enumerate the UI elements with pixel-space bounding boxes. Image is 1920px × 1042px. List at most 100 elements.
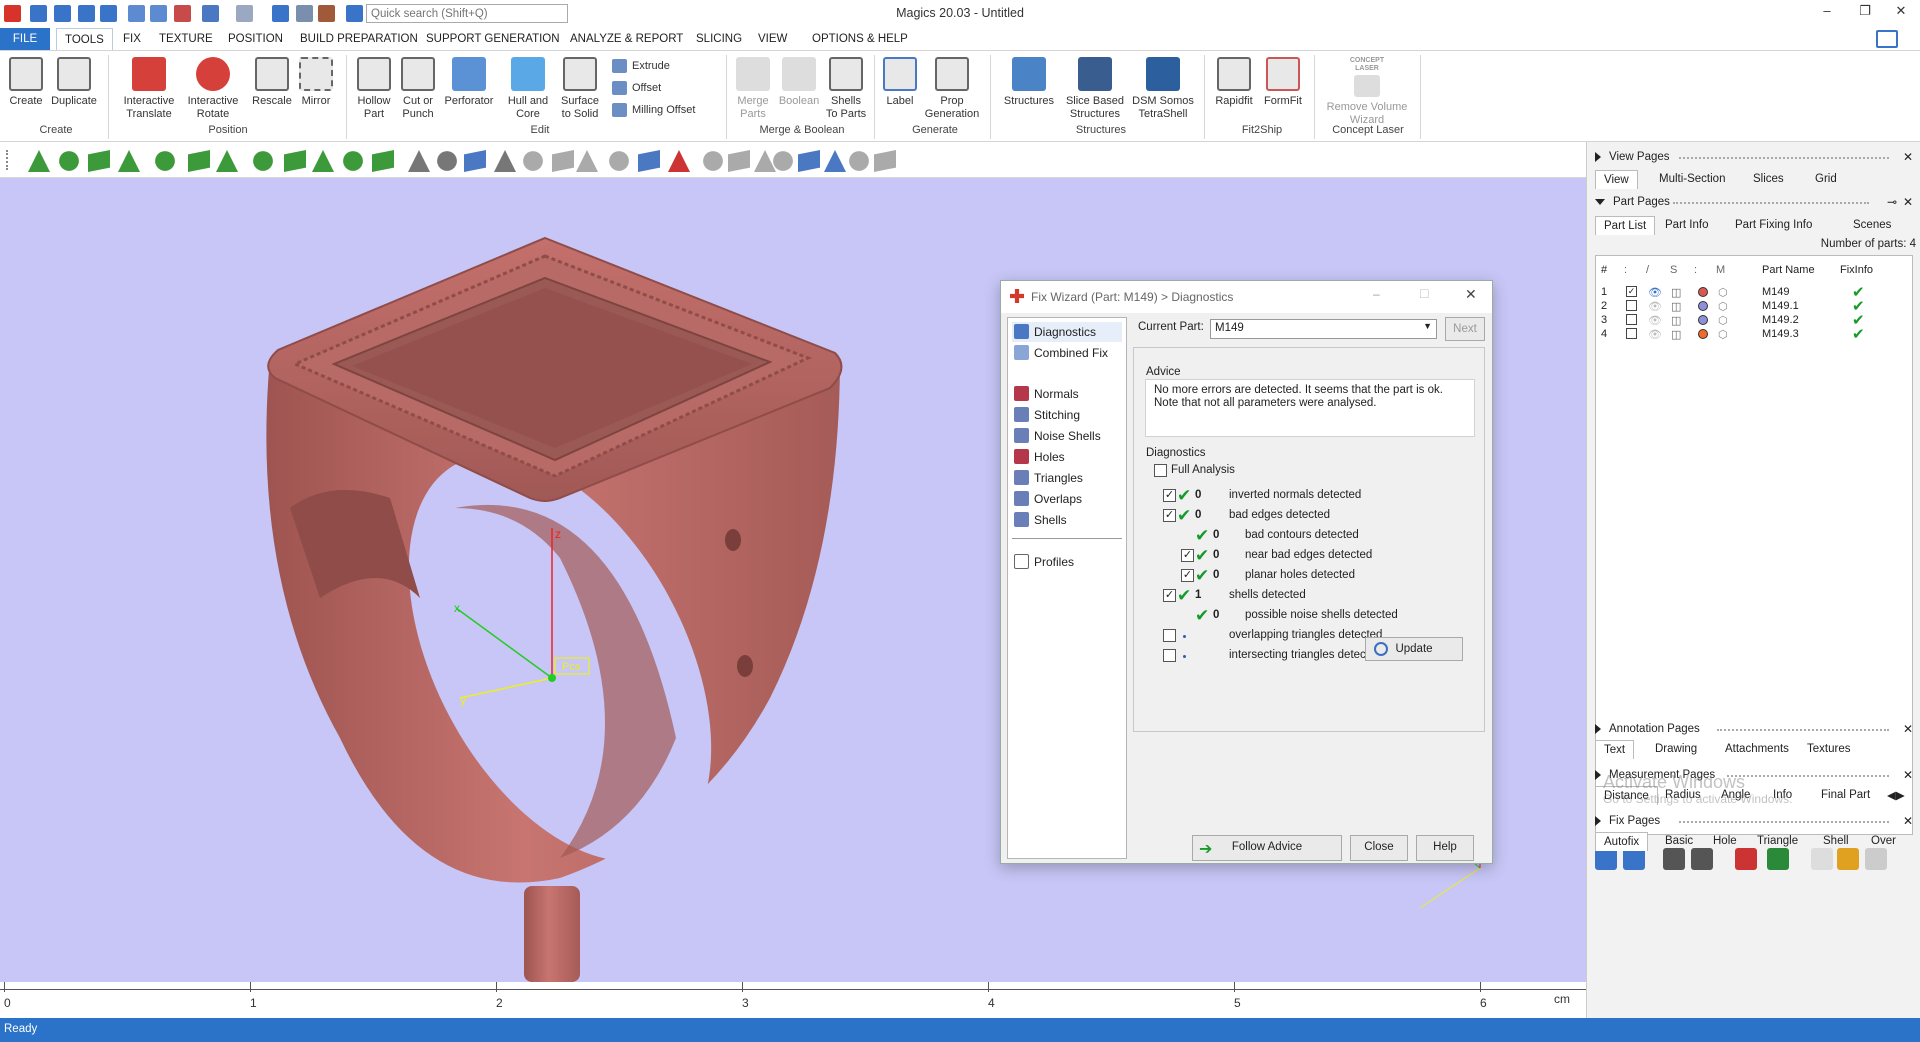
- mark-tool-icon[interactable]: [798, 150, 820, 172]
- offset-button[interactable]: Offset: [612, 81, 661, 95]
- col-s[interactable]: S: [1670, 264, 1677, 276]
- shells-to-parts-button[interactable]: Shells To Parts: [824, 57, 868, 120]
- label-button[interactable]: Label: [880, 57, 920, 108]
- tab-final-part[interactable]: Final Part: [1813, 786, 1878, 804]
- mark-tool-icon[interactable]: [284, 150, 306, 172]
- mark-tool-icon[interactable]: [494, 150, 516, 172]
- col-number[interactable]: #: [1601, 264, 1607, 276]
- close-window-button[interactable]: ✕: [1890, 3, 1912, 23]
- close-icon[interactable]: ✕: [1903, 768, 1913, 782]
- tab-view[interactable]: View: [1595, 170, 1638, 189]
- dialog-minimize-button[interactable]: –: [1373, 287, 1380, 301]
- nav-diagnostics[interactable]: Diagnostics: [1012, 322, 1122, 342]
- next-button[interactable]: Next: [1445, 317, 1485, 341]
- remove-volume-wizard-button[interactable]: CONCEPT LASER Remove Volume Wizard: [1320, 57, 1414, 126]
- mark-tool-icon[interactable]: [155, 151, 175, 171]
- rescale-button[interactable]: Rescale: [250, 57, 294, 108]
- menu-file[interactable]: FILE: [0, 28, 50, 50]
- mark-tool-icon[interactable]: [88, 150, 110, 172]
- col-c[interactable]: :: [1694, 264, 1697, 276]
- cut-or-punch-button[interactable]: Cut or Punch: [398, 57, 438, 120]
- close-button[interactable]: Close: [1350, 835, 1408, 861]
- nav-noise-shells[interactable]: Noise Shells: [1012, 426, 1122, 446]
- nav-normals[interactable]: Normals: [1012, 384, 1122, 404]
- boolean-button[interactable]: Boolean: [776, 57, 822, 108]
- help-button[interactable]: Help: [1416, 835, 1474, 861]
- diagnostic-checkbox[interactable]: ✓: [1181, 569, 1194, 582]
- mark-tool-icon[interactable]: [874, 150, 896, 172]
- menu-view[interactable]: VIEW: [758, 33, 787, 45]
- mark-tool-icon[interactable]: [118, 150, 140, 172]
- nav-shells[interactable]: Shells: [1012, 510, 1122, 530]
- mark-tool-icon[interactable]: [754, 150, 776, 172]
- diagnostic-checkbox[interactable]: [1163, 629, 1176, 642]
- mark-tool-icon[interactable]: [552, 150, 574, 172]
- formfit-button[interactable]: FormFit: [1260, 57, 1306, 108]
- mark-tool-icon[interactable]: [523, 151, 543, 171]
- tab-scenes[interactable]: Scenes: [1845, 216, 1899, 234]
- eye-icon[interactable]: 👁: [1648, 314, 1662, 327]
- dialog-maximize-button[interactable]: ☐: [1419, 287, 1430, 301]
- diagnostic-checkbox[interactable]: ✓: [1163, 589, 1176, 602]
- nav-triangles[interactable]: Triangles: [1012, 468, 1122, 488]
- tab-slices[interactable]: Slices: [1745, 170, 1792, 188]
- follow-advice-button[interactable]: ➔ Follow Advice: [1192, 835, 1342, 861]
- tab-part-fixing-info[interactable]: Part Fixing Info: [1727, 216, 1820, 234]
- mark-tool-icon[interactable]: [824, 150, 846, 172]
- tab-text[interactable]: Text: [1595, 740, 1635, 759]
- annotation-pages-header[interactable]: Annotation Pages ✕: [1587, 720, 1920, 740]
- tab-textures[interactable]: Textures: [1799, 740, 1858, 758]
- minimize-button[interactable]: –: [1816, 3, 1838, 23]
- rapidfit-button[interactable]: Rapidfit: [1210, 57, 1258, 108]
- mark-tool-icon[interactable]: [576, 150, 598, 172]
- part-pages-header[interactable]: Part Pages ⊸ ✕: [1587, 193, 1920, 213]
- menu-slicing[interactable]: SLICING: [696, 33, 742, 45]
- tab-hole[interactable]: Hole: [1705, 832, 1745, 850]
- part-row[interactable]: 1 ✓ 👁 ◫ ⬡ M149 ✔: [1596, 285, 1914, 300]
- mark-tool-icon[interactable]: [849, 151, 869, 171]
- close-icon[interactable]: ✕: [1903, 722, 1913, 736]
- part-visible-checkbox[interactable]: [1626, 328, 1637, 339]
- tab-part-list[interactable]: Part List: [1595, 216, 1656, 235]
- mark-tool-icon[interactable]: [437, 151, 457, 171]
- current-part-select[interactable]: M149 ▼: [1210, 319, 1437, 339]
- part-row[interactable]: 4 👁 ◫ ⬡ M149.3 ✔: [1596, 327, 1914, 342]
- diagnostic-checkbox[interactable]: [1163, 649, 1176, 662]
- mark-tool-icon[interactable]: [773, 151, 793, 171]
- tab-overlap[interactable]: Over: [1863, 832, 1904, 850]
- extrude-button[interactable]: Extrude: [612, 59, 670, 73]
- menu-fix[interactable]: FIX: [123, 33, 141, 45]
- close-icon[interactable]: ✕: [1903, 150, 1913, 164]
- interactive-translate-button[interactable]: Interactive Translate: [118, 57, 180, 120]
- nav-holes[interactable]: Holes: [1012, 447, 1122, 467]
- eye-icon[interactable]: 👁: [1648, 328, 1662, 341]
- part-visible-checkbox[interactable]: [1626, 300, 1637, 311]
- full-analysis-checkbox[interactable]: [1154, 464, 1167, 477]
- nav-stitching[interactable]: Stitching: [1012, 405, 1122, 425]
- dialog-close-icon[interactable]: ✕: [1465, 286, 1477, 303]
- eye-icon[interactable]: 👁: [1648, 286, 1662, 299]
- surface-to-solid-button[interactable]: Surface to Solid: [556, 57, 604, 120]
- dsm-somos-tetrashell-button[interactable]: DSM Somos TetraShell: [1130, 57, 1196, 120]
- duplicate-button[interactable]: Duplicate: [48, 57, 100, 108]
- ribbon-toggle-icon[interactable]: [1876, 30, 1898, 48]
- part-row[interactable]: 2 👁 ◫ ⬡ M149.1 ✔: [1596, 299, 1914, 314]
- pin-icon[interactable]: ⊸: [1887, 195, 1897, 209]
- tabs-scroll[interactable]: ◀▶: [1885, 786, 1907, 804]
- diagnostic-checkbox[interactable]: ✓: [1163, 489, 1176, 502]
- prop-generation-button[interactable]: Prop Generation: [922, 57, 982, 120]
- part-visible-checkbox[interactable]: ✓: [1626, 286, 1637, 297]
- col-visible[interactable]: :: [1624, 264, 1627, 276]
- merge-parts-button[interactable]: Merge Parts: [732, 57, 774, 120]
- mark-tool-icon[interactable]: [609, 151, 629, 171]
- hull-and-core-button[interactable]: Hull and Core: [502, 57, 554, 120]
- col-fixinfo[interactable]: FixInfo: [1840, 264, 1873, 276]
- mirror-button[interactable]: Mirror: [296, 57, 336, 108]
- mark-tool-icon[interactable]: [728, 150, 750, 172]
- close-icon[interactable]: ✕: [1903, 195, 1913, 209]
- perforator-button[interactable]: Perforator: [440, 57, 498, 108]
- mark-tool-icon[interactable]: [28, 150, 50, 172]
- tab-part-info[interactable]: Part Info: [1657, 216, 1716, 234]
- tab-basic[interactable]: Basic: [1657, 832, 1701, 850]
- structures-button[interactable]: Structures: [998, 57, 1060, 108]
